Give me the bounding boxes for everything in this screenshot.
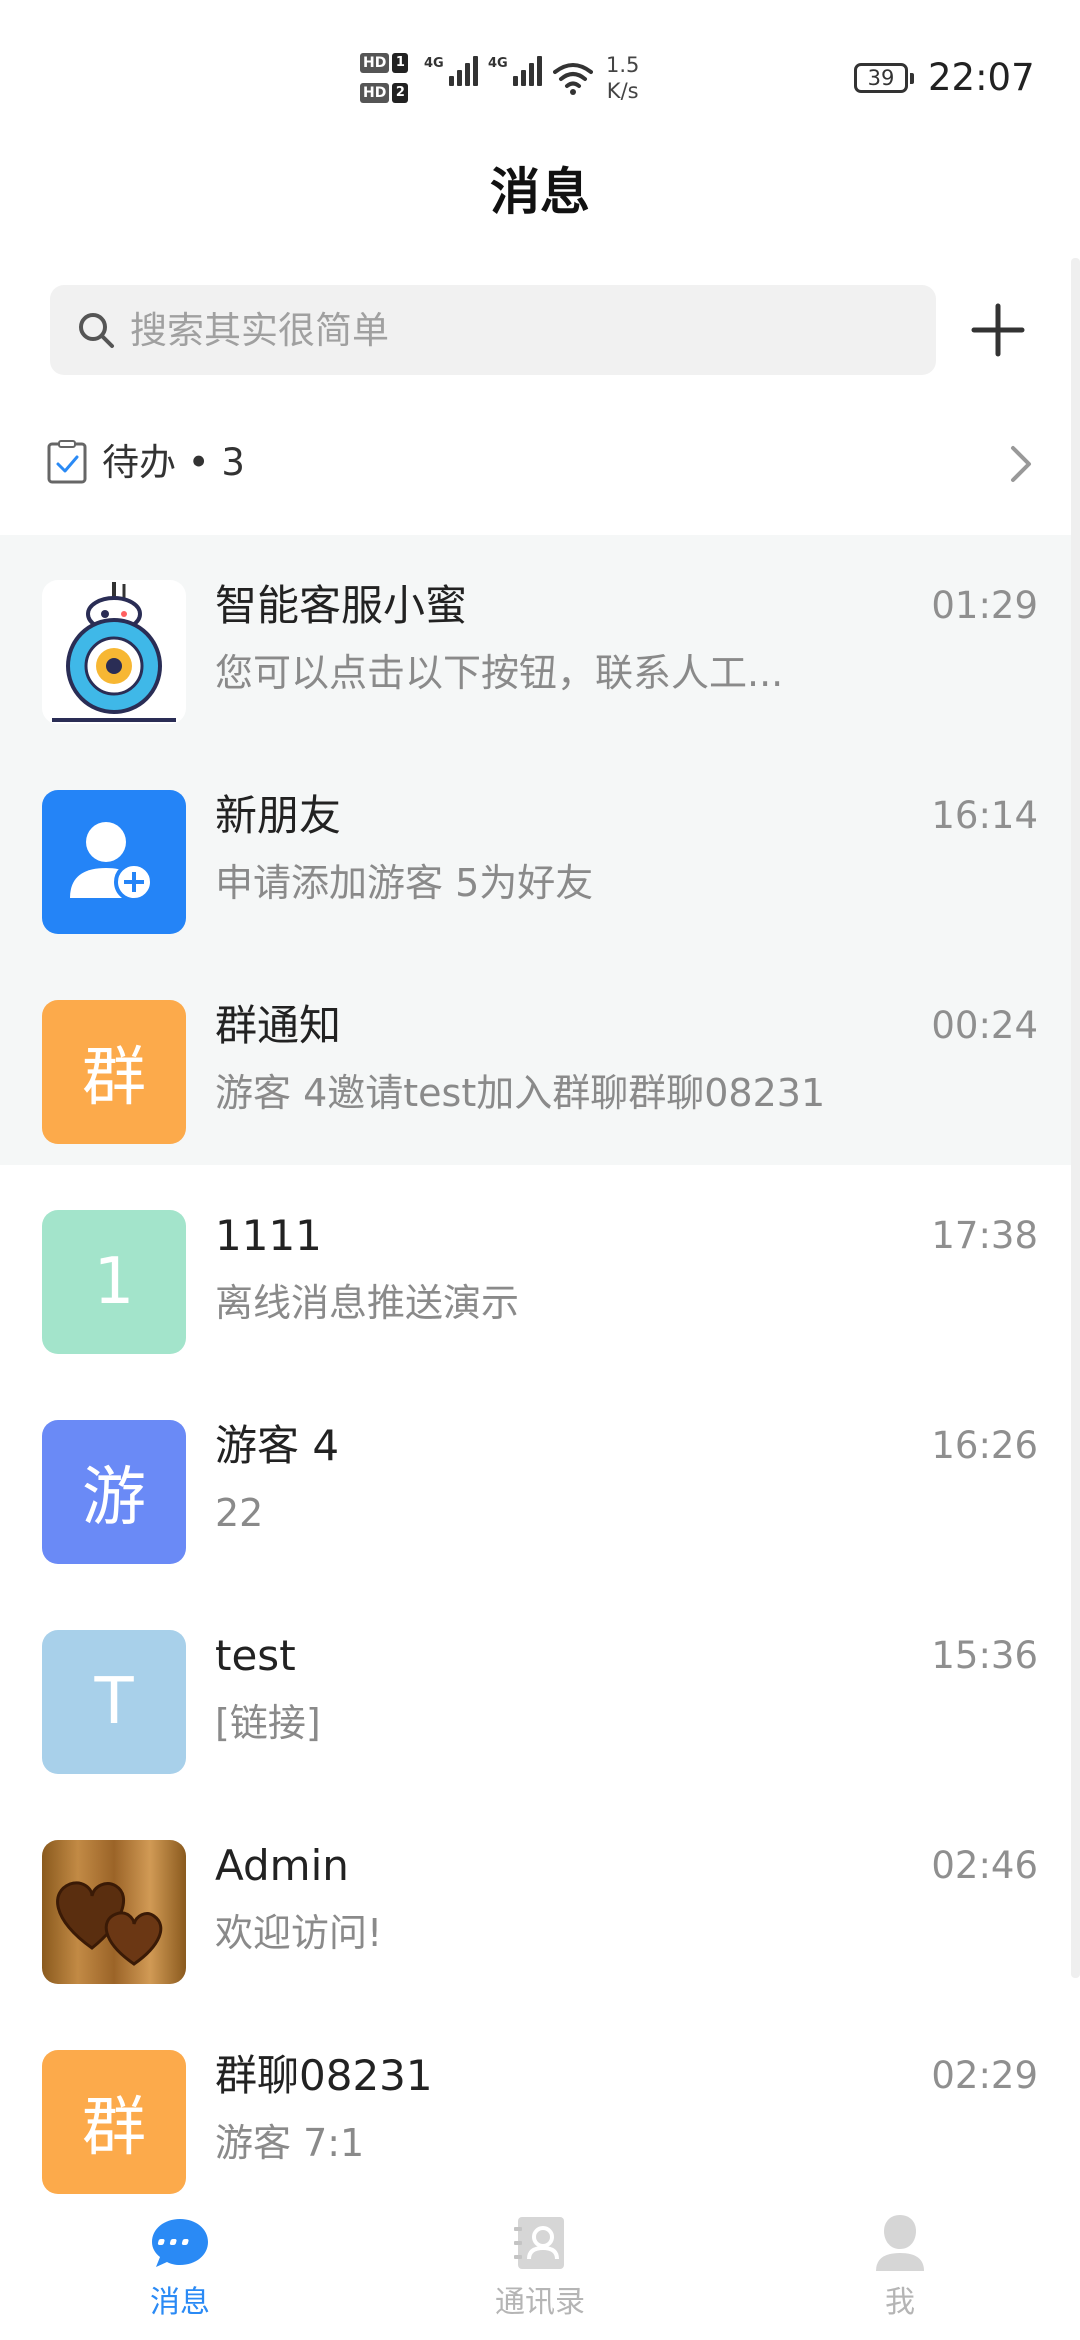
tab-me[interactable]: 我: [800, 2195, 1000, 2340]
conversation-list: 智能客服小蜜 您可以点击以下按钮，联系人工... 01:29 新朋友 申请添加游…: [0, 535, 1080, 2215]
avatar: 群: [42, 1000, 186, 1144]
conversation-preview: 22: [215, 1491, 264, 1535]
network-type-2: 4G: [488, 56, 508, 71]
battery-icon: 39: [854, 63, 914, 93]
add-button[interactable]: [964, 296, 1032, 364]
conversation-row[interactable]: 群 群聊08231 游客 7:1 02:29: [0, 2005, 1080, 2215]
conversation-preview: 欢迎访问!: [215, 1911, 383, 1955]
chat-bubble-icon: [152, 2219, 208, 2267]
conversation-row[interactable]: 新朋友 申请添加游客 5为好友 16:14: [0, 745, 1080, 955]
conversation-name: 智能客服小蜜: [215, 581, 468, 630]
chevron-right-icon: [1011, 446, 1031, 482]
sim2-badge: 2: [392, 83, 409, 103]
todo-checkbox-icon: [47, 440, 87, 484]
tab-label: 消息: [150, 2285, 210, 2320]
contacts-icon: [514, 2217, 564, 2269]
conversation-name: 新朋友: [215, 791, 342, 840]
profile-icon: [876, 2215, 924, 2271]
conversation-row[interactable]: 智能客服小蜜 您可以点击以下按钮，联系人工... 01:29: [0, 535, 1080, 745]
bottom-tab-bar: 消息 通讯录 我: [0, 2195, 1080, 2340]
signal-icon-1: 4G: [424, 56, 478, 86]
hd-badge-1: HD: [360, 53, 390, 73]
search-icon: [79, 313, 114, 348]
conversation-preview: 游客 7:1: [215, 2121, 365, 2165]
speed-unit: K/s: [606, 79, 639, 103]
tab-label: 通讯录: [495, 2285, 585, 2320]
conversation-preview: 离线消息推送演示: [215, 1281, 520, 1325]
conversation-name: 群通知: [215, 1001, 342, 1050]
avatar: 游: [42, 1420, 186, 1564]
page-title: 消息: [490, 163, 590, 221]
hd-badge-2: HD: [360, 83, 390, 103]
wifi-icon: [553, 63, 593, 95]
robot-icon: [42, 580, 186, 724]
conversation-preview: 您可以点击以下按钮，联系人工...: [215, 651, 784, 695]
status-bar: HD 1 HD 2 4G 4G 1.5 K/s 39 22:07: [0, 0, 1080, 140]
tab-messages[interactable]: 消息: [80, 2195, 280, 2340]
conversation-time: 00:24: [931, 1004, 1038, 1047]
speed-value: 1.5: [606, 53, 640, 77]
conversation-name: 1111: [215, 1211, 322, 1260]
conversation-name: 游客 4: [215, 1421, 340, 1470]
conversation-preview: [链接]: [215, 1701, 321, 1745]
todo-row[interactable]: 待办 • 3: [0, 420, 1080, 520]
conversation-row[interactable]: T test [链接] 15:36: [0, 1585, 1080, 1795]
conversation-name: 群聊08231: [215, 2051, 433, 2100]
conversation-time: 02:29: [931, 2054, 1038, 2097]
avatar: 1: [42, 1210, 186, 1354]
sim-indicators: HD 1 HD 2: [360, 50, 416, 110]
tab-label: 我: [885, 2285, 915, 2320]
conversation-name: test: [215, 1631, 296, 1680]
network-type-1: 4G: [424, 56, 444, 71]
conversation-time: 16:14: [931, 794, 1038, 837]
conversation-time: 16:26: [931, 1424, 1038, 1467]
scrollbar[interactable]: [1071, 258, 1080, 1978]
conversation-time: 15:36: [931, 1634, 1038, 1677]
conversation-time: 17:38: [931, 1214, 1038, 1257]
hearts-wood-image: [42, 1840, 186, 1984]
add-friend-icon: [42, 790, 186, 934]
avatar: 群: [42, 2050, 186, 2194]
conversation-row[interactable]: 游 游客 4 22 16:26: [0, 1375, 1080, 1585]
conversation-row[interactable]: 群 群通知 游客 4邀请test加入群聊群聊08231 00:24: [0, 955, 1080, 1165]
conversation-row[interactable]: Admin 欢迎访问! 02:46: [0, 1795, 1080, 2005]
todo-label: 待办 • 3: [102, 441, 245, 484]
conversation-name: Admin: [215, 1841, 349, 1890]
network-speed: 1.5 K/s: [606, 52, 639, 104]
status-time: 22:07: [928, 56, 1035, 99]
search-bar[interactable]: [50, 285, 936, 375]
avatar: T: [42, 1630, 186, 1774]
signal-icon-2: 4G: [488, 56, 542, 86]
conversation-time: 02:46: [931, 1844, 1038, 1887]
tab-contacts[interactable]: 通讯录: [440, 2195, 640, 2340]
search-input[interactable]: [130, 285, 910, 375]
sim1-badge: 1: [392, 53, 409, 73]
conversation-time: 01:29: [931, 584, 1038, 627]
conversation-preview: 游客 4邀请test加入群聊群聊08231: [215, 1071, 826, 1115]
conversation-preview: 申请添加游客 5为好友: [215, 861, 594, 905]
conversation-row[interactable]: 1 1111 离线消息推送演示 17:38: [0, 1165, 1080, 1375]
